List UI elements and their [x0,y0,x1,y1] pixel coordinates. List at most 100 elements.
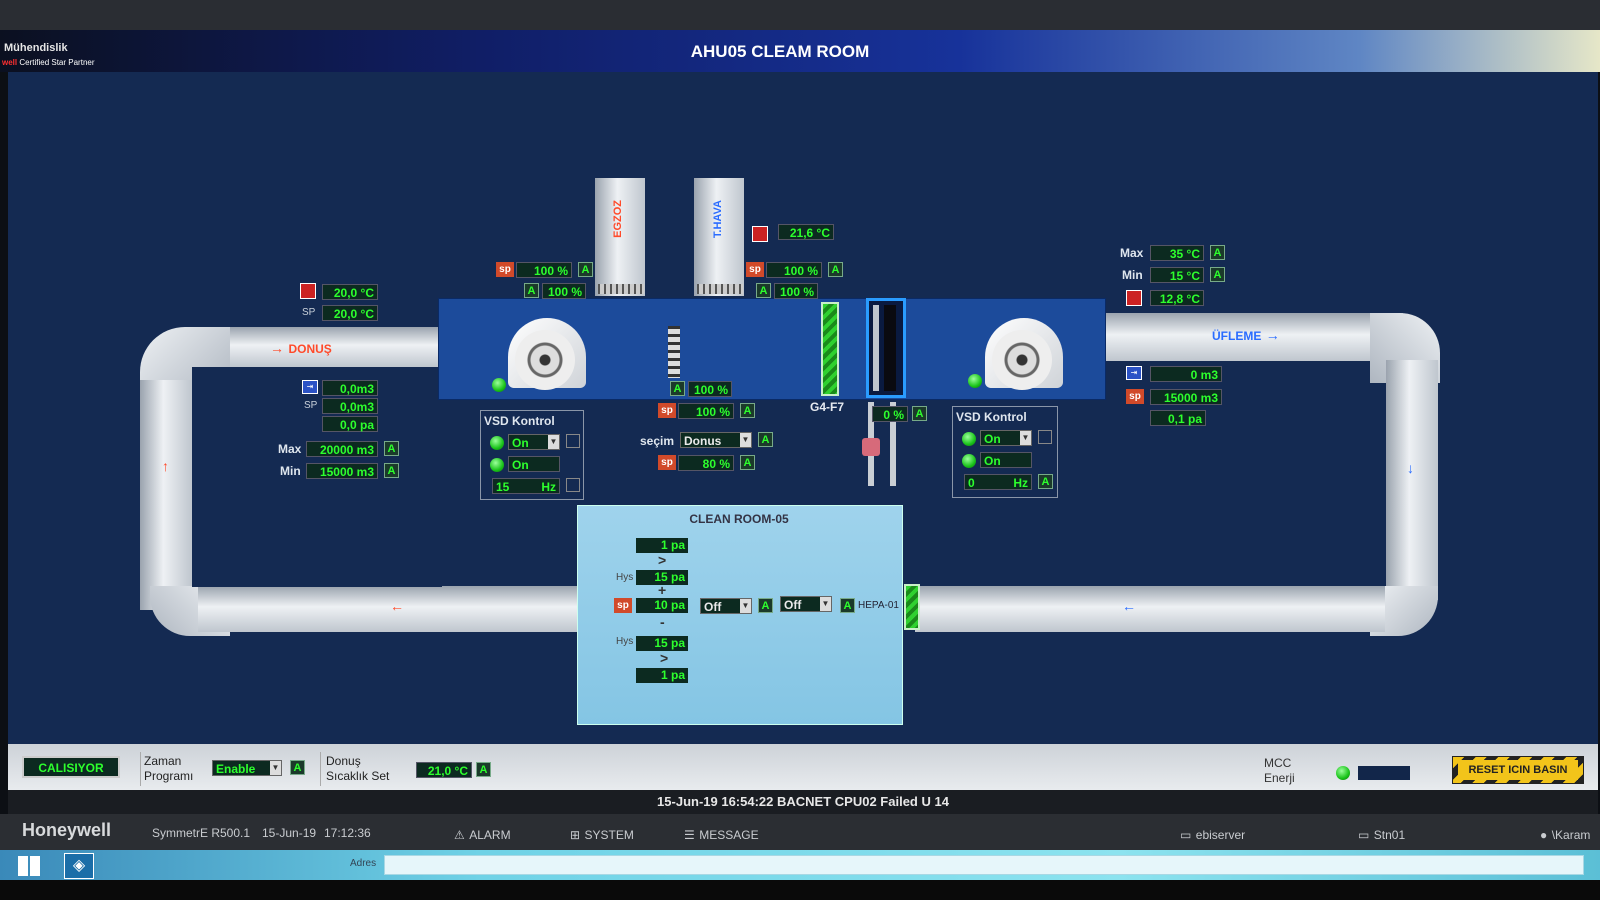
vsd-supply-cmd-value: On [984,432,1001,446]
supply-arrow-icon: → [1265,327,1280,343]
clean-room-sp-value[interactable]: 10 pa [636,598,688,613]
supply-flow-sp-button[interactable]: sp [1126,389,1144,404]
clean-room-mode1-value: Off [704,600,722,614]
clean-room-title: CLEAN ROOM-05 [689,512,789,526]
exhaust-sp-auto-button[interactable]: A [578,262,593,277]
mix-damper-sp-auto-button[interactable]: A [740,403,755,418]
supply-min-auto-button[interactable]: A [1210,267,1225,282]
return-temp-sp-value[interactable]: 20,0 °C [322,305,378,321]
station-indicator: ▭ Stn01 [1358,826,1405,844]
supply-min-value[interactable]: 15 °C [1150,267,1204,283]
return-max-auto-button[interactable]: A [384,441,399,456]
clean-room-lower-limit[interactable]: 1 pa [636,668,688,683]
mix-damper-sp-button[interactable]: sp [658,403,676,418]
valve-icon [862,438,880,456]
vsd-supply-status-led [962,454,976,468]
supply-flow-sp-value[interactable]: 15000 m3 [1150,389,1222,405]
honeywell-logo: Honeywell [22,820,112,840]
brand-name: Mühendislik [4,42,68,54]
schedule-auto-button[interactable]: A [290,760,305,775]
exhaust-damper-value: 100 % [542,283,586,299]
vsd-supply-freq[interactable]: 0 Hz [964,474,1032,490]
windows-start-icon[interactable] [18,856,40,876]
return-temp-value: 20,0 °C [322,284,378,300]
vsd-return-status-led [490,458,504,472]
vsd-return-freq-value: 15 [496,480,510,494]
clean-room-hys2-value[interactable]: 15 pa [636,636,688,651]
mix-sp2-value[interactable]: 80 % [678,455,734,471]
clean-room-mode1-auto-button[interactable]: A [758,598,773,613]
vsd-supply-freq-auto-button[interactable]: A [1038,474,1053,489]
supply-fan-status-led [968,374,982,388]
return-fan-icon [515,330,575,390]
address-label: Adres [350,858,377,869]
vsd-return-freq-checkbox[interactable] [566,478,580,492]
mix-selection-auto-button[interactable]: A [758,432,773,447]
vsd-supply-cmd-checkbox[interactable] [1038,430,1052,444]
fresh-air-sp-auto-button[interactable]: A [828,262,843,277]
vsd-supply-status-value: On [980,452,1032,468]
exhaust-auto-button[interactable]: A [524,283,539,298]
mix-sp2-auto-button[interactable]: A [740,455,755,470]
monitor-icon: ▭ [1358,828,1370,842]
return-set-label-2: Sıcaklık Set [326,769,390,783]
fresh-air-damper [697,284,743,294]
supply-max-value[interactable]: 35 °C [1150,245,1204,261]
vsd-return-cmd-value: On [512,436,529,450]
alarm-button[interactable]: ⚠ ALARM [454,826,511,844]
valve-auto-button[interactable]: A [912,406,927,421]
address-input[interactable] [384,855,1584,875]
supply-flow-sensor-icon: ⇥ [1126,366,1142,380]
vsd-return-cmd-dropdown[interactable]: On ▼ [508,434,560,450]
vsd-return-freq[interactable]: 15 Hz [492,478,560,494]
supply-flow-value: 0 m3 [1150,366,1222,382]
return-up-arrow-icon: ↑ [162,458,169,474]
clean-room-mode2-auto-button[interactable]: A [840,598,855,613]
supply-temp-sensor-icon [1126,290,1142,306]
fresh-air-auto-button[interactable]: A [756,283,771,298]
reset-button-label[interactable]: RESET ICIN BASIN [1458,760,1578,780]
fresh-air-damper-value: 100 % [774,283,818,299]
system-label: SYSTEM [584,828,634,842]
schedule-dropdown[interactable]: Enable ▼ [212,760,282,776]
supply-temp-value: 12,8 °C [1150,290,1204,306]
exhaust-damper [598,284,644,294]
clean-room-mode2-value: Off [784,598,802,612]
return-flow-sp-value[interactable]: 0,0m3 [322,398,378,414]
mix-damper-auto-button[interactable]: A [670,381,685,396]
return-label-group: → DONUŞ [270,340,332,358]
return-min-value[interactable]: 15000 m3 [306,463,378,479]
return-set-value[interactable]: 21,0 °C [416,762,472,778]
clean-room-panel [577,505,903,725]
mcc-label-1: MCC [1264,756,1292,770]
mix-damper-sp-value[interactable]: 100 % [678,403,734,419]
brand-tagline-text: Certified Star Partner [19,58,95,67]
system-button[interactable]: ⊞ SYSTEM [570,826,634,844]
supply-max-auto-button[interactable]: A [1210,245,1225,260]
fresh-air-sp-button[interactable]: sp [746,262,764,277]
clean-room-mode2-dropdown[interactable]: Off ▼ [780,596,832,612]
clean-room-sp-button[interactable]: sp [614,598,632,613]
return-max-value[interactable]: 20000 m3 [306,441,378,457]
exhaust-sp-value[interactable]: 100 % [516,262,572,278]
return-flow-value: 0,0m3 [322,380,378,396]
return-min-auto-button[interactable]: A [384,463,399,478]
vsd-supply-cmd-dropdown[interactable]: On ▼ [980,430,1032,446]
clean-room-upper-limit[interactable]: 1 pa [636,538,688,553]
fresh-air-sp-value[interactable]: 100 % [766,262,822,278]
mix-selection-dropdown[interactable]: Donus ▼ [680,432,752,448]
clean-room-mode1-dropdown[interactable]: Off ▼ [700,598,752,614]
coil-element [884,305,896,391]
supply-left-arrow-icon: ← [1122,598,1136,614]
supply-min-label: Min [1122,268,1143,282]
mix-sp2-button[interactable]: sp [658,455,676,470]
exhaust-sp-button[interactable]: sp [496,262,514,277]
return-set-auto-button[interactable]: A [476,762,491,777]
vsd-return-cmd-checkbox[interactable] [566,434,580,448]
fresh-air-temp-value: 21,6 °C [778,224,834,240]
return-duct-bottom [198,586,578,632]
message-button[interactable]: ☰ MESSAGE [684,826,759,844]
filter-g4f7 [821,302,839,396]
app-taskbar-icon[interactable]: ◈ [64,853,94,879]
user-indicator: ● \Karam [1540,826,1590,844]
